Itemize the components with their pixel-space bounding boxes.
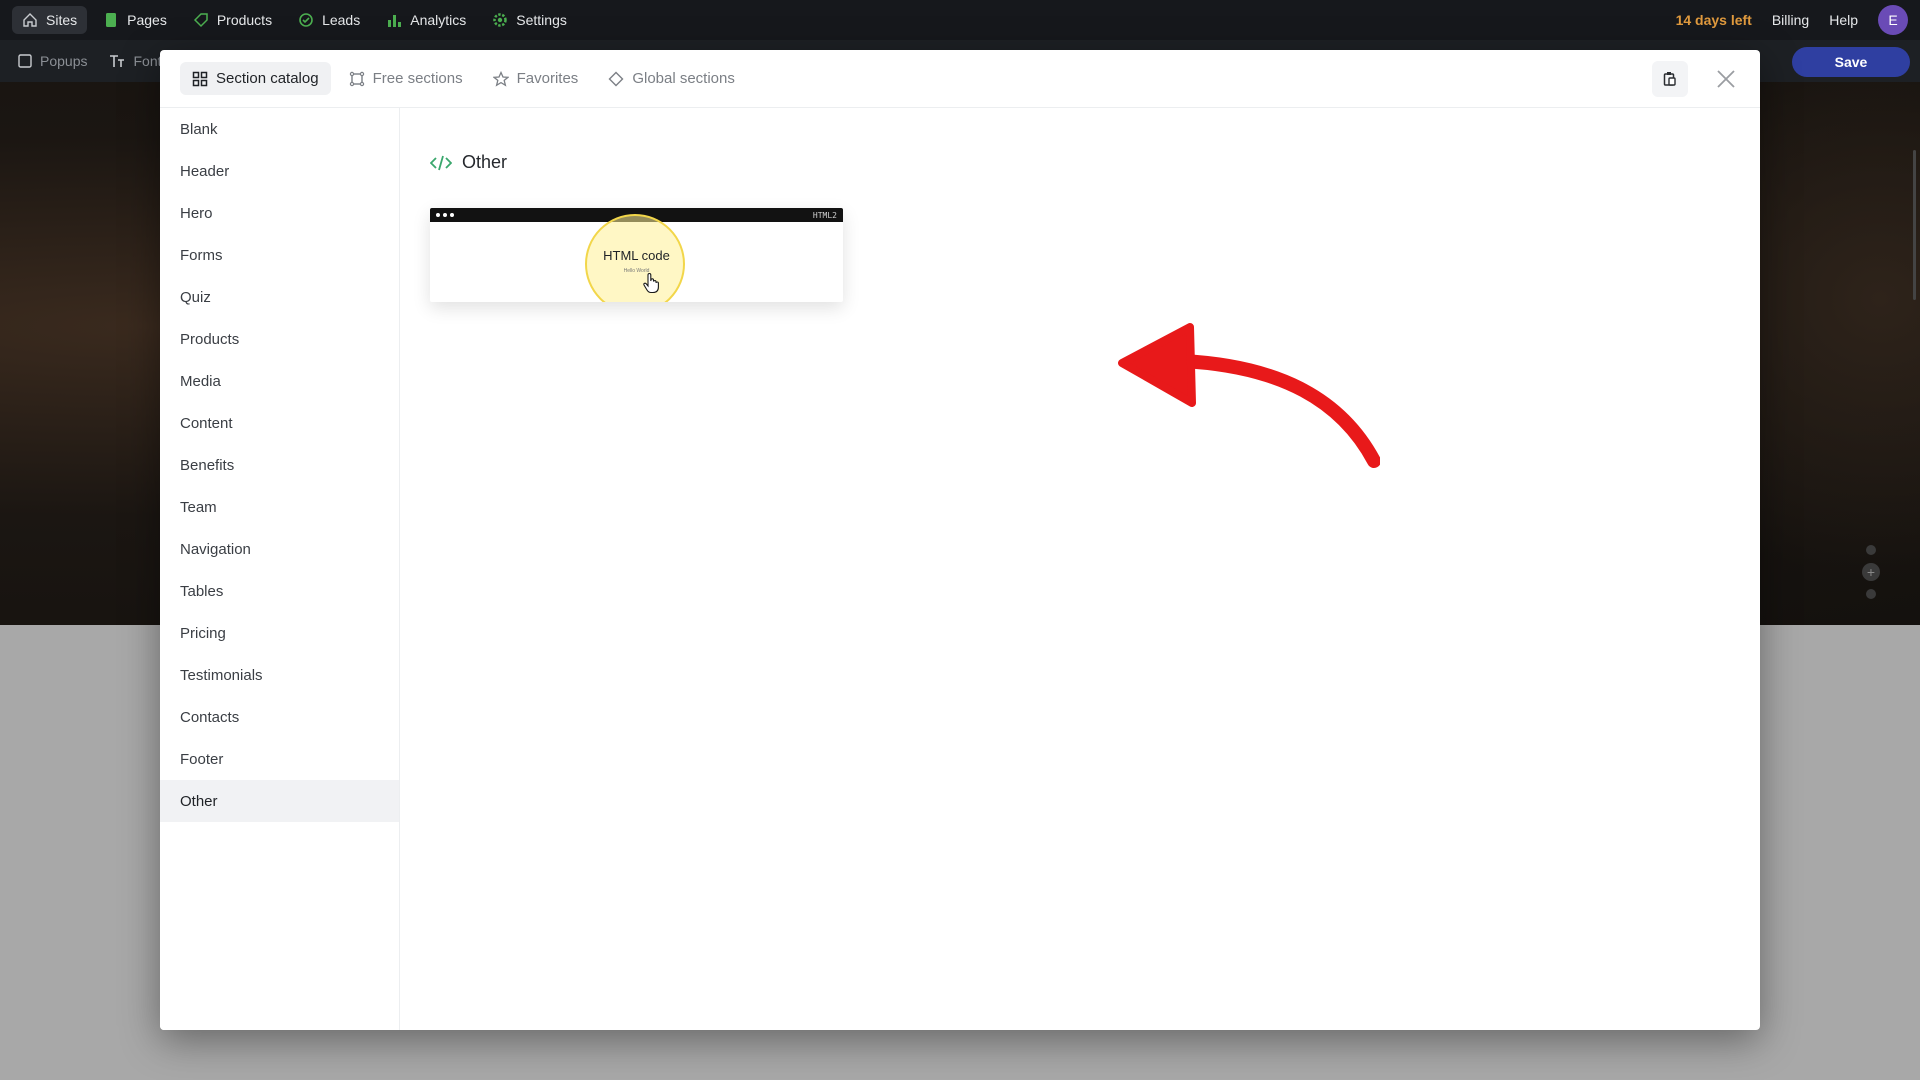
leads-icon xyxy=(299,13,313,27)
side-dot[interactable] xyxy=(1866,589,1876,599)
section-catalog-modal: Section catalog Free sections Favorites … xyxy=(160,50,1760,1030)
category-item-contacts[interactable]: Contacts xyxy=(160,696,399,738)
topbar-right-group: 14 days left Billing Help E xyxy=(1676,5,1908,35)
tab-free-sections-label: Free sections xyxy=(372,70,463,87)
nav-settings-label: Settings xyxy=(516,12,567,28)
category-item-tables[interactable]: Tables xyxy=(160,570,399,612)
category-item-team[interactable]: Team xyxy=(160,486,399,528)
home-icon xyxy=(23,13,37,27)
grid-icon xyxy=(192,71,208,86)
category-sidebar: Blank Header Hero Forms Quiz Products Media Con… xyxy=(160,108,400,1030)
clipboard-icon xyxy=(1663,71,1676,86)
pages-icon xyxy=(106,13,117,27)
category-item-testimonials[interactable]: Testimonials xyxy=(160,654,399,696)
close-modal-button[interactable] xyxy=(1712,65,1740,93)
billing-link[interactable]: Billing xyxy=(1772,12,1809,28)
tag-icon xyxy=(193,13,208,28)
card-subtitle: Hello World xyxy=(623,268,650,274)
more-dots-icon[interactable] xyxy=(436,213,454,217)
html-code-section-card[interactable]: HTML2 HTML code Hello World xyxy=(430,208,843,302)
content-title: Other xyxy=(462,152,508,172)
nav-pages-label: Pages xyxy=(127,12,167,28)
side-dot[interactable] xyxy=(1866,545,1876,555)
close-icon xyxy=(1717,69,1735,88)
trial-days-left[interactable]: 14 days left xyxy=(1676,12,1752,28)
red-arrow-annotation xyxy=(1118,323,1380,468)
top-navigation-bar: Sites Pages Products Leads Analytics Set… xyxy=(0,0,1920,40)
card-preview-body: HTML code Hello World xyxy=(430,214,843,302)
popups-button[interactable]: Popups xyxy=(18,53,87,69)
category-item-hero[interactable]: Hero xyxy=(160,192,399,234)
nav-sites-label: Sites xyxy=(46,12,78,28)
font-icon xyxy=(110,55,125,67)
category-item-content[interactable]: Content xyxy=(160,402,399,444)
category-item-products[interactable]: Products xyxy=(160,318,399,360)
nav-leads-label: Leads xyxy=(322,12,361,28)
nav-pages[interactable]: Pages xyxy=(93,6,177,34)
gear-icon xyxy=(493,13,508,27)
modal-header: Section catalog Free sections Favorites … xyxy=(160,50,1760,108)
card-tag: HTML2 xyxy=(812,210,837,220)
tab-section-catalog-label: Section catalog xyxy=(216,70,319,87)
tab-favorites-label: Favorites xyxy=(516,70,579,87)
tab-global-sections-label: Global sections xyxy=(632,70,735,87)
nav-settings[interactable]: Settings xyxy=(482,6,577,34)
nav-products-label: Products xyxy=(216,12,273,28)
analytics-icon xyxy=(388,15,402,27)
popup-icon xyxy=(18,54,32,68)
nav-leads[interactable]: Leads xyxy=(288,6,370,34)
modal-header-actions xyxy=(1652,60,1740,97)
category-item-benefits[interactable]: Benefits xyxy=(160,444,399,486)
catalog-content: Other HTML2 HTML code Hello World xyxy=(400,108,1760,1030)
nav-sites[interactable]: Sites xyxy=(12,6,88,34)
frame-icon xyxy=(349,71,364,86)
category-item-navigation[interactable]: Navigation xyxy=(160,528,399,570)
nav-analytics[interactable]: Analytics xyxy=(376,6,476,34)
popups-label: Popups xyxy=(40,53,88,69)
diamond-icon xyxy=(608,71,624,86)
tab-free-sections[interactable]: Free sections xyxy=(337,62,475,95)
section-side-controls: + xyxy=(1862,545,1880,599)
category-item-blank[interactable]: Blank xyxy=(160,108,399,150)
page-scrollbar[interactable] xyxy=(1913,150,1916,300)
tab-global-sections[interactable]: Global sections xyxy=(596,62,747,95)
category-item-media[interactable]: Media xyxy=(160,360,399,402)
category-item-quiz[interactable]: Quiz xyxy=(160,276,399,318)
hand-cursor-icon xyxy=(643,272,659,294)
paste-section-button[interactable] xyxy=(1652,60,1688,97)
category-item-other[interactable]: Other xyxy=(160,780,399,822)
card-title: HTML code xyxy=(603,248,670,263)
tab-favorites[interactable]: Favorites xyxy=(481,62,591,95)
category-item-footer[interactable]: Footer xyxy=(160,738,399,780)
star-icon xyxy=(492,70,509,87)
fonts-label: Font xyxy=(133,53,162,69)
category-item-header[interactable]: Header xyxy=(160,150,399,192)
nav-products[interactable]: Products xyxy=(183,6,282,34)
add-section-icon[interactable]: + xyxy=(1862,563,1880,581)
code-icon xyxy=(430,155,452,170)
tab-section-catalog[interactable]: Section catalog xyxy=(180,62,331,95)
avatar[interactable]: E xyxy=(1878,5,1908,35)
content-heading: Other xyxy=(430,152,507,173)
fonts-button[interactable]: Font xyxy=(109,53,162,69)
help-link[interactable]: Help xyxy=(1829,12,1858,28)
save-button[interactable]: Save xyxy=(1792,47,1910,77)
nav-analytics-label: Analytics xyxy=(410,12,467,28)
category-item-forms[interactable]: Forms xyxy=(160,234,399,276)
category-item-pricing[interactable]: Pricing xyxy=(160,612,399,654)
